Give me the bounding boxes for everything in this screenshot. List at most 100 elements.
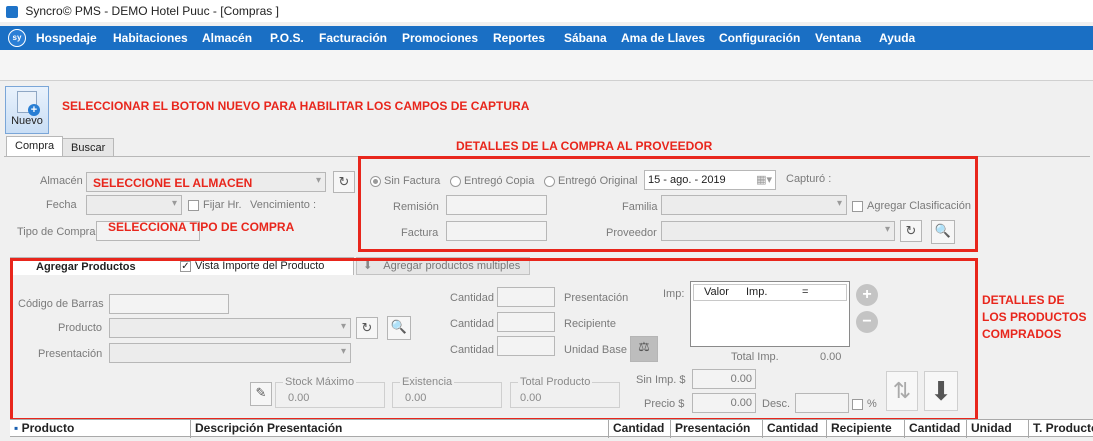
col-unidad[interactable]: Unidad bbox=[966, 420, 1028, 438]
menu-promociones[interactable]: Promociones bbox=[402, 26, 478, 50]
menu-sabana[interactable]: Sábana bbox=[564, 26, 607, 50]
checkbox-icon bbox=[852, 398, 863, 410]
menu-ventana[interactable]: Ventana bbox=[815, 26, 861, 50]
balance-scale-button[interactable]: ⚖ bbox=[630, 336, 658, 362]
col-presentacion[interactable]: Presentación bbox=[670, 420, 762, 438]
remision-label: Remisión bbox=[393, 201, 439, 213]
sin-imp-value: 0.00 bbox=[730, 373, 752, 385]
familia-select[interactable] bbox=[661, 195, 847, 215]
recipiente-label: Recipiente bbox=[564, 318, 616, 330]
edit-button[interactable]: ✎ bbox=[250, 382, 272, 406]
cantidad-unidad-input[interactable] bbox=[497, 336, 555, 356]
toolbar-strip bbox=[0, 50, 1093, 81]
factura-input[interactable] bbox=[446, 221, 547, 241]
fijar-hr-label: Fijar Hr. bbox=[203, 199, 242, 211]
total-imp-value: 0.00 bbox=[820, 351, 842, 363]
menu-facturacion[interactable]: Facturación bbox=[319, 26, 387, 50]
checkbox-icon bbox=[852, 200, 863, 212]
almacen-hint-note: SELECCIONE EL ALMACEN bbox=[93, 176, 253, 190]
remove-tax-button[interactable]: − bbox=[856, 311, 878, 333]
desc-percent-checkbox[interactable]: % bbox=[852, 398, 877, 410]
existencia-label: Existencia bbox=[400, 376, 455, 388]
menu-almacen[interactable]: Almacén bbox=[202, 26, 252, 50]
fecha-label: Fecha bbox=[46, 199, 77, 211]
remision-input[interactable] bbox=[446, 195, 547, 215]
imp-label: Imp: bbox=[663, 288, 685, 300]
impuestos-table[interactable]: Valor Imp. = bbox=[690, 281, 850, 347]
swap-arrows-icon: ⇅ bbox=[892, 378, 912, 403]
search-icon: 🔍 bbox=[934, 223, 952, 238]
col-cantidad-3[interactable]: Cantidad bbox=[904, 420, 966, 438]
col-imp: Imp. bbox=[746, 286, 768, 298]
impuestos-table-header: Valor Imp. = bbox=[693, 284, 847, 301]
row-selector-icon: ▪ bbox=[14, 421, 19, 435]
col-producto[interactable]: ▪ Producto bbox=[10, 420, 190, 438]
refresh-producto-button[interactable]: ↻ bbox=[356, 317, 378, 339]
existencia-value: 0.00 bbox=[405, 392, 427, 404]
search-producto-button[interactable]: 🔍 bbox=[387, 316, 411, 340]
tab-buscar[interactable]: Buscar bbox=[62, 138, 115, 158]
menu-hospedaje[interactable]: Hospedaje bbox=[36, 26, 97, 50]
refresh-almacen-button[interactable]: ↻ bbox=[333, 171, 355, 193]
search-proveedor-button[interactable]: 🔍 bbox=[931, 220, 955, 244]
syncro-logo-icon[interactable]: sy bbox=[8, 29, 26, 47]
cantidad-recipiente-input[interactable] bbox=[497, 312, 555, 332]
add-tax-button[interactable]: + bbox=[856, 284, 878, 306]
refresh-proveedor-button[interactable]: ↻ bbox=[900, 220, 922, 242]
entrego-original-radio[interactable]: Entregó Original bbox=[544, 175, 638, 187]
familia-label: Familia bbox=[622, 201, 658, 213]
sin-imp-input[interactable]: 0.00 bbox=[692, 369, 756, 389]
radio-selected-icon bbox=[370, 175, 381, 187]
capturo-label: Capturó : bbox=[786, 173, 832, 185]
menu-reportes[interactable]: Reportes bbox=[493, 26, 545, 50]
add-to-list-button[interactable]: ⬇ bbox=[924, 371, 958, 411]
entrego-copia-radio[interactable]: Entregó Copia bbox=[450, 175, 534, 187]
producto-label: Producto bbox=[58, 322, 103, 334]
refresh-icon: ↻ bbox=[338, 174, 350, 189]
entrego-copia-label: Entregó Copia bbox=[464, 175, 535, 187]
menu-ama-de-llaves[interactable]: Ama de Llaves bbox=[621, 26, 705, 50]
presentacion-unit-label: Presentación bbox=[564, 292, 629, 304]
total-producto-value: 0.00 bbox=[520, 392, 542, 404]
col-valor: Valor bbox=[704, 286, 729, 298]
tab-compra[interactable]: Compra bbox=[6, 136, 64, 158]
col-cantidad-1[interactable]: Cantidad bbox=[608, 420, 670, 438]
menu-configuracion[interactable]: Configuración bbox=[719, 26, 800, 50]
col-descripcion[interactable]: Descripción Presentación bbox=[190, 420, 608, 438]
entrego-original-label: Entregó Original bbox=[558, 175, 638, 187]
presentacion-label: Presentación bbox=[38, 348, 103, 360]
proveedor-select[interactable] bbox=[661, 221, 895, 241]
cantidad-presentacion-label: Cantidad bbox=[450, 292, 495, 304]
desc-input[interactable] bbox=[795, 393, 849, 413]
codigo-barras-label: Código de Barras bbox=[18, 298, 104, 310]
precio-input[interactable]: 0.00 bbox=[692, 393, 756, 413]
presentacion-select[interactable] bbox=[109, 343, 351, 363]
fecha-picker[interactable] bbox=[86, 195, 182, 215]
menu-ayuda[interactable]: Ayuda bbox=[879, 26, 915, 50]
factura-label: Factura bbox=[401, 227, 439, 239]
menu-habitaciones[interactable]: Habitaciones bbox=[113, 26, 188, 50]
col-recipiente[interactable]: Recipiente bbox=[826, 420, 904, 438]
swap-button[interactable]: ⇅ bbox=[886, 371, 918, 411]
purchase-date-picker[interactable]: 15 - ago. - 2019 ▦▾ bbox=[644, 170, 776, 190]
nuevo-button[interactable]: Nuevo bbox=[5, 86, 49, 134]
sin-factura-label: Sin Factura bbox=[384, 175, 441, 187]
col-producto-label: Producto bbox=[21, 421, 75, 435]
agregar-clasificacion-checkbox[interactable]: Agregar Clasificación bbox=[852, 200, 971, 212]
unidad-base-label: Unidad Base bbox=[564, 344, 627, 356]
purchase-date-value: 15 - ago. - 2019 bbox=[648, 174, 726, 186]
col-t-producto[interactable]: T. Producto bbox=[1028, 420, 1093, 438]
proveedor-label: Proveedor bbox=[606, 227, 657, 239]
menu-pos[interactable]: P.O.S. bbox=[270, 26, 304, 50]
balance-scale-icon: ⚖ bbox=[638, 339, 650, 354]
detalles-compra-note: DETALLES DE LA COMPRA AL PROVEEDOR bbox=[456, 139, 713, 153]
producto-select[interactable] bbox=[109, 318, 351, 338]
sin-factura-radio[interactable]: Sin Factura bbox=[370, 175, 440, 187]
col-cantidad-2[interactable]: Cantidad bbox=[762, 420, 826, 438]
window-title: Syncro© PMS - DEMO Hotel Puuc - [Compras… bbox=[25, 4, 279, 18]
window-title-bar: Syncro© PMS - DEMO Hotel Puuc - [Compras… bbox=[0, 0, 1093, 22]
nuevo-label: Nuevo bbox=[11, 115, 43, 127]
fijar-hr-checkbox[interactable]: Fijar Hr. bbox=[188, 199, 242, 211]
cantidad-presentacion-input[interactable] bbox=[497, 287, 555, 307]
codigo-barras-input[interactable] bbox=[109, 294, 229, 314]
